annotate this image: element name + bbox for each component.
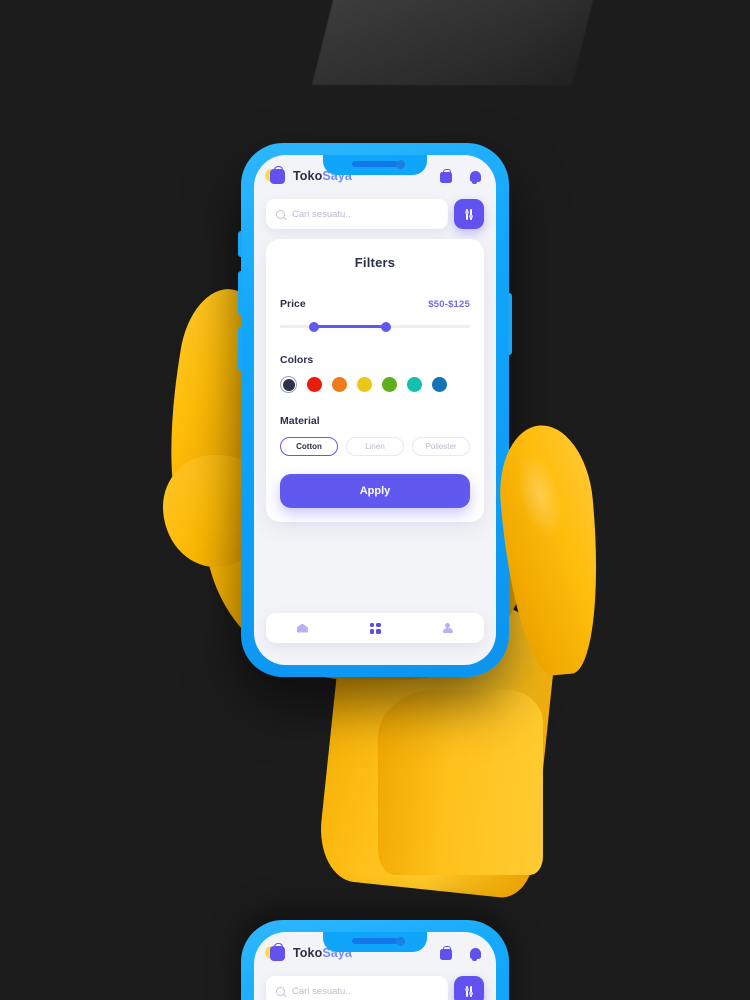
phone-volume-down-button[interactable] [238,327,242,371]
color-swatch-blue[interactable] [432,377,447,392]
shopping-bag-logo-icon-secondary [265,942,287,963]
grid-icon [369,622,381,634]
search-icon-secondary [276,986,285,996]
front-camera [396,160,405,169]
filters-panel: Filters Price $50-$125 Colors Material C… [266,239,484,522]
color-swatch-orange[interactable] [332,377,347,392]
user-icon [442,622,453,634]
color-swatch-yellow[interactable] [357,377,372,392]
price-label: Price [280,298,306,310]
bell-icon[interactable] [468,169,482,183]
home-icon [296,623,308,633]
brand-name-primary: Toko [293,169,323,183]
header-actions-secondary [440,946,482,960]
phone-volume-up-button[interactable] [238,271,242,315]
brand-name-primary-secondary: Toko [293,946,323,960]
color-swatch-dark-navy-selected[interactable] [280,376,297,393]
search-row-secondary: Cari sesuatu.. [266,976,484,1000]
earpiece-speaker [352,161,398,167]
nav-item-catalog[interactable] [339,622,412,634]
shopping-bag-logo-icon [265,165,287,186]
material-chip-list: Cotton Linen Poliester [280,437,470,456]
material-chip-cotton[interactable]: Cotton [280,437,338,456]
search-input[interactable]: Cari sesuatu.. [266,199,448,229]
filter-toggle-button-secondary[interactable] [454,976,484,1000]
bag-icon-secondary[interactable] [440,946,454,960]
price-range-slider[interactable] [280,320,470,332]
front-camera-secondary [396,937,405,946]
apply-button[interactable]: Apply [280,474,470,508]
slider-handle-min[interactable] [309,321,320,332]
phone-screen: TokoSaya Cari sesuatu.. Filters Price $5… [254,155,496,665]
price-section-header: Price $50-$125 [280,298,470,310]
sliders-icon [464,208,469,220]
bag-icon[interactable] [440,169,454,183]
header-actions [440,169,482,183]
material-chip-linen[interactable]: Linen [346,437,404,456]
phone-notch [323,155,427,175]
phone-power-button[interactable] [508,293,512,355]
phone-screen-secondary: TokoSaya Cari sesuatu.. [254,932,496,1000]
phone-silent-switch[interactable] [238,231,242,257]
material-section-header: Material [280,415,470,427]
slider-handle-max[interactable] [381,321,392,332]
colors-section-header: Colors [280,354,470,366]
phone-device-secondary: TokoSaya Cari sesuatu.. [241,920,509,1000]
bottom-navigation [266,613,484,643]
color-swatch-red[interactable] [307,377,322,392]
material-chip-poliester[interactable]: Poliester [412,437,470,456]
phone-notch-secondary [323,932,427,952]
sliders-icon-second-bar [469,208,474,220]
nav-item-home[interactable] [266,623,339,633]
color-swatch-green[interactable] [382,377,397,392]
color-swatch-teal[interactable] [407,377,422,392]
colors-label: Colors [280,354,314,366]
color-swatch-list [280,376,470,393]
search-input-secondary[interactable]: Cari sesuatu.. [266,976,448,1000]
price-value: $50-$125 [428,299,470,310]
filters-title: Filters [354,255,396,270]
hand-wrist-highlight [378,690,543,875]
search-placeholder-secondary: Cari sesuatu.. [292,985,351,997]
search-row: Cari sesuatu.. [266,199,484,229]
filter-toggle-button[interactable] [454,199,484,229]
search-icon [276,209,285,219]
nav-item-profile[interactable] [411,622,484,634]
earpiece-speaker-secondary [352,938,398,944]
material-label: Material [280,415,320,427]
bell-icon-secondary[interactable] [468,946,482,960]
slider-active-range [314,325,387,328]
logo-bag-shape [270,165,285,184]
search-placeholder: Cari sesuatu.. [292,208,351,220]
phone-device: TokoSaya Cari sesuatu.. Filters Price $5… [238,143,512,677]
